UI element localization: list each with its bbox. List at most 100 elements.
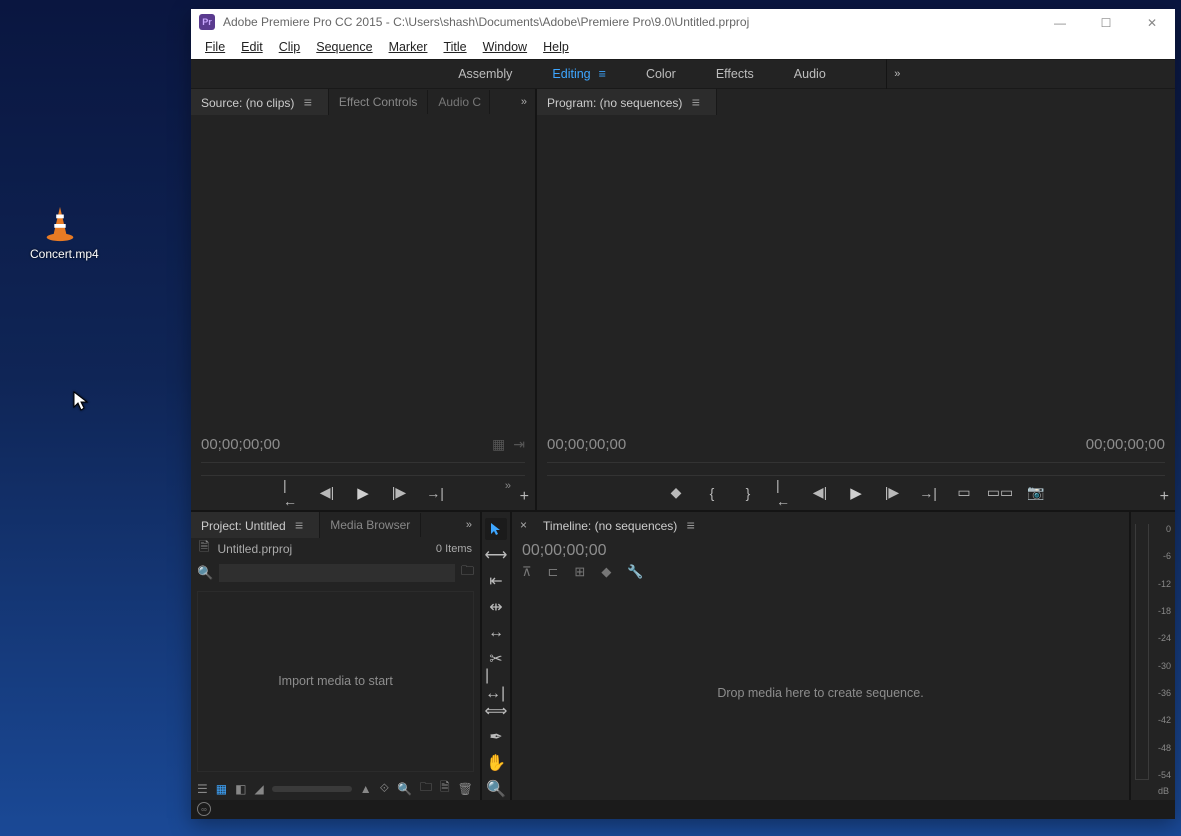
menu-window[interactable]: Window <box>475 38 535 56</box>
thumbnail-zoom-slider[interactable] <box>272 786 352 792</box>
tab-source-menu-icon[interactable]: ≡ <box>298 94 318 110</box>
new-bin-icon[interactable]: 🗀 <box>420 778 432 799</box>
icon-view-icon[interactable]: ▦ <box>216 782 227 796</box>
source-step-forward-button[interactable]: |▶ <box>391 485 407 501</box>
source-step-back-button[interactable]: ◀| <box>319 485 335 501</box>
insert-overwrite-icon[interactable]: ⊼ <box>522 564 532 580</box>
selection-tool[interactable] <box>485 518 507 540</box>
tab-program[interactable]: Program: (no sequences) ≡ <box>537 89 717 115</box>
source-mark-out-button[interactable]: →| <box>427 485 443 501</box>
menu-marker[interactable]: Marker <box>381 38 436 56</box>
slip-tool[interactable]: |↔| <box>485 674 507 696</box>
find-button-icon[interactable]: 🔍 <box>397 782 412 796</box>
rolling-edit-tool[interactable]: ⇹ <box>485 596 507 618</box>
timeline-drop-area[interactable]: Drop media here to create sequence. <box>512 586 1129 800</box>
hand-tool[interactable]: ✋ <box>485 752 507 774</box>
tab-effect-controls[interactable]: Effect Controls <box>329 90 428 114</box>
project-search-input[interactable] <box>219 564 455 582</box>
workspace-assembly[interactable]: Assembly <box>458 67 512 81</box>
program-lift-button[interactable]: ▭ <box>956 485 972 501</box>
program-mark-out-button[interactable]: } <box>740 485 756 501</box>
source-transport-overflow-icon[interactable]: » <box>505 480 511 492</box>
menu-clip[interactable]: Clip <box>271 38 309 56</box>
source-button-editor[interactable]: + <box>520 488 529 506</box>
timeline-close-icon[interactable]: × <box>512 513 533 537</box>
desktop-file-concert[interactable]: Concert.mp4 <box>30 205 90 261</box>
delete-icon[interactable]: 🗑 <box>458 782 473 796</box>
workspace-editing[interactable]: Editing≡ <box>552 67 606 81</box>
pen-tool[interactable]: ✒ <box>485 726 507 748</box>
program-export-frame-button[interactable]: 📷 <box>1028 485 1044 501</box>
freeform-view-icon[interactable]: ◧ <box>235 782 246 796</box>
tab-media-browser[interactable]: Media Browser <box>320 513 421 537</box>
tab-timeline[interactable]: Timeline: (no sequences) ≡ <box>533 512 711 538</box>
program-monitor[interactable] <box>537 115 1175 428</box>
tab-audio-clip-mixer[interactable]: Audio C <box>428 90 490 114</box>
source-play-button[interactable]: ▶ <box>355 485 371 501</box>
creative-cloud-icon[interactable]: ∞ <box>197 802 211 816</box>
source-monitor[interactable] <box>191 115 535 428</box>
program-go-out-button[interactable]: →| <box>920 485 936 501</box>
audio-meters[interactable]: 0-6-12-18-24-30-36-42-48-54 dB <box>1131 512 1175 800</box>
slide-tool[interactable]: ⟺ <box>485 700 507 722</box>
rate-stretch-tool[interactable]: ↔ <box>485 622 507 644</box>
program-timecode-right[interactable]: 00;00;00;00 <box>1086 436 1165 453</box>
track-select-tool[interactable]: ⟷ <box>485 544 507 566</box>
source-mark-in-button[interactable]: |← <box>283 485 299 501</box>
search-icon[interactable]: 🔍 <box>197 565 213 581</box>
program-step-forward-button[interactable]: |▶ <box>884 485 900 501</box>
program-mark-in-button[interactable]: { <box>704 485 720 501</box>
project-item-count: 0 Items <box>436 543 472 555</box>
sort-icon[interactable]: ▲ <box>360 782 372 796</box>
automate-seq-icon[interactable]: ⟐ <box>380 781 389 796</box>
workspace-audio[interactable]: Audio <box>794 67 826 81</box>
workspace-overflow-icon[interactable]: » <box>886 59 908 89</box>
timeline-settings-icon[interactable]: 🔧 <box>627 564 643 580</box>
menu-help[interactable]: Help <box>535 38 577 56</box>
project-tabs-overflow-icon[interactable]: » <box>458 519 480 531</box>
maximize-button[interactable]: ☐ <box>1083 9 1129 37</box>
program-extract-button[interactable]: ▭▭ <box>992 485 1008 501</box>
linked-selection-icon[interactable]: ⊞ <box>574 564 585 580</box>
workspace-editing-menu-icon[interactable]: ≡ <box>599 67 606 81</box>
list-view-icon[interactable]: ☰ <box>197 782 208 796</box>
minimize-button[interactable]: ― <box>1037 9 1083 37</box>
add-marker-icon[interactable]: ◆ <box>601 564 611 580</box>
zoom-slider-handle[interactable]: ◢ <box>254 782 263 796</box>
program-button-editor[interactable]: + <box>1160 488 1169 506</box>
project-filter-bin-icon[interactable]: 🗀 <box>461 562 474 584</box>
source-fit-icon[interactable]: ▦ <box>492 436 505 453</box>
tab-source[interactable]: Source: (no clips) ≡ <box>191 89 329 115</box>
window-title: Adobe Premiere Pro CC 2015 - C:\Users\sh… <box>223 15 749 29</box>
snap-icon[interactable]: ⊏ <box>548 564 559 580</box>
program-go-in-button[interactable]: |← <box>776 485 792 501</box>
workspace-color[interactable]: Color <box>646 67 676 81</box>
new-item-icon[interactable]: 🗎 <box>440 778 450 799</box>
source-panel: Source: (no clips) ≡ Effect Controls Aud… <box>191 89 537 510</box>
tab-timeline-menu-icon[interactable]: ≡ <box>681 517 701 533</box>
tab-program-menu-icon[interactable]: ≡ <box>686 94 706 110</box>
tab-project[interactable]: Project: Untitled ≡ <box>191 512 320 538</box>
close-button[interactable]: ✕ <box>1129 9 1175 37</box>
tab-project-menu-icon[interactable]: ≡ <box>289 517 309 533</box>
program-step-back-button[interactable]: ◀| <box>812 485 828 501</box>
source-tabs-overflow-icon[interactable]: » <box>513 96 535 108</box>
titlebar[interactable]: Pr Adobe Premiere Pro CC 2015 - C:\Users… <box>191 9 1175 36</box>
project-import-area[interactable]: Import media to start <box>197 591 474 772</box>
program-play-button[interactable]: ▶ <box>848 485 864 501</box>
menu-sequence[interactable]: Sequence <box>308 38 380 56</box>
menu-title[interactable]: Title <box>435 38 474 56</box>
program-timecode-left[interactable]: 00;00;00;00 <box>547 436 626 453</box>
ripple-edit-tool[interactable]: ⇤ <box>485 570 507 592</box>
zoom-tool[interactable]: 🔍 <box>485 778 507 800</box>
status-bar: ∞ <box>191 800 1175 819</box>
source-timecode[interactable]: 00;00;00;00 <box>201 436 280 453</box>
program-add-marker-button[interactable]: ◆ <box>668 485 684 501</box>
timeline-timecode[interactable]: 00;00;00;00 <box>512 538 1129 562</box>
source-resolution-icon[interactable]: ⇥ <box>513 436 525 453</box>
workspace-effects[interactable]: Effects <box>716 67 754 81</box>
menu-edit[interactable]: Edit <box>233 38 271 56</box>
source-time-ruler[interactable] <box>201 462 525 476</box>
program-time-ruler[interactable] <box>547 462 1165 476</box>
menu-file[interactable]: File <box>197 38 233 56</box>
